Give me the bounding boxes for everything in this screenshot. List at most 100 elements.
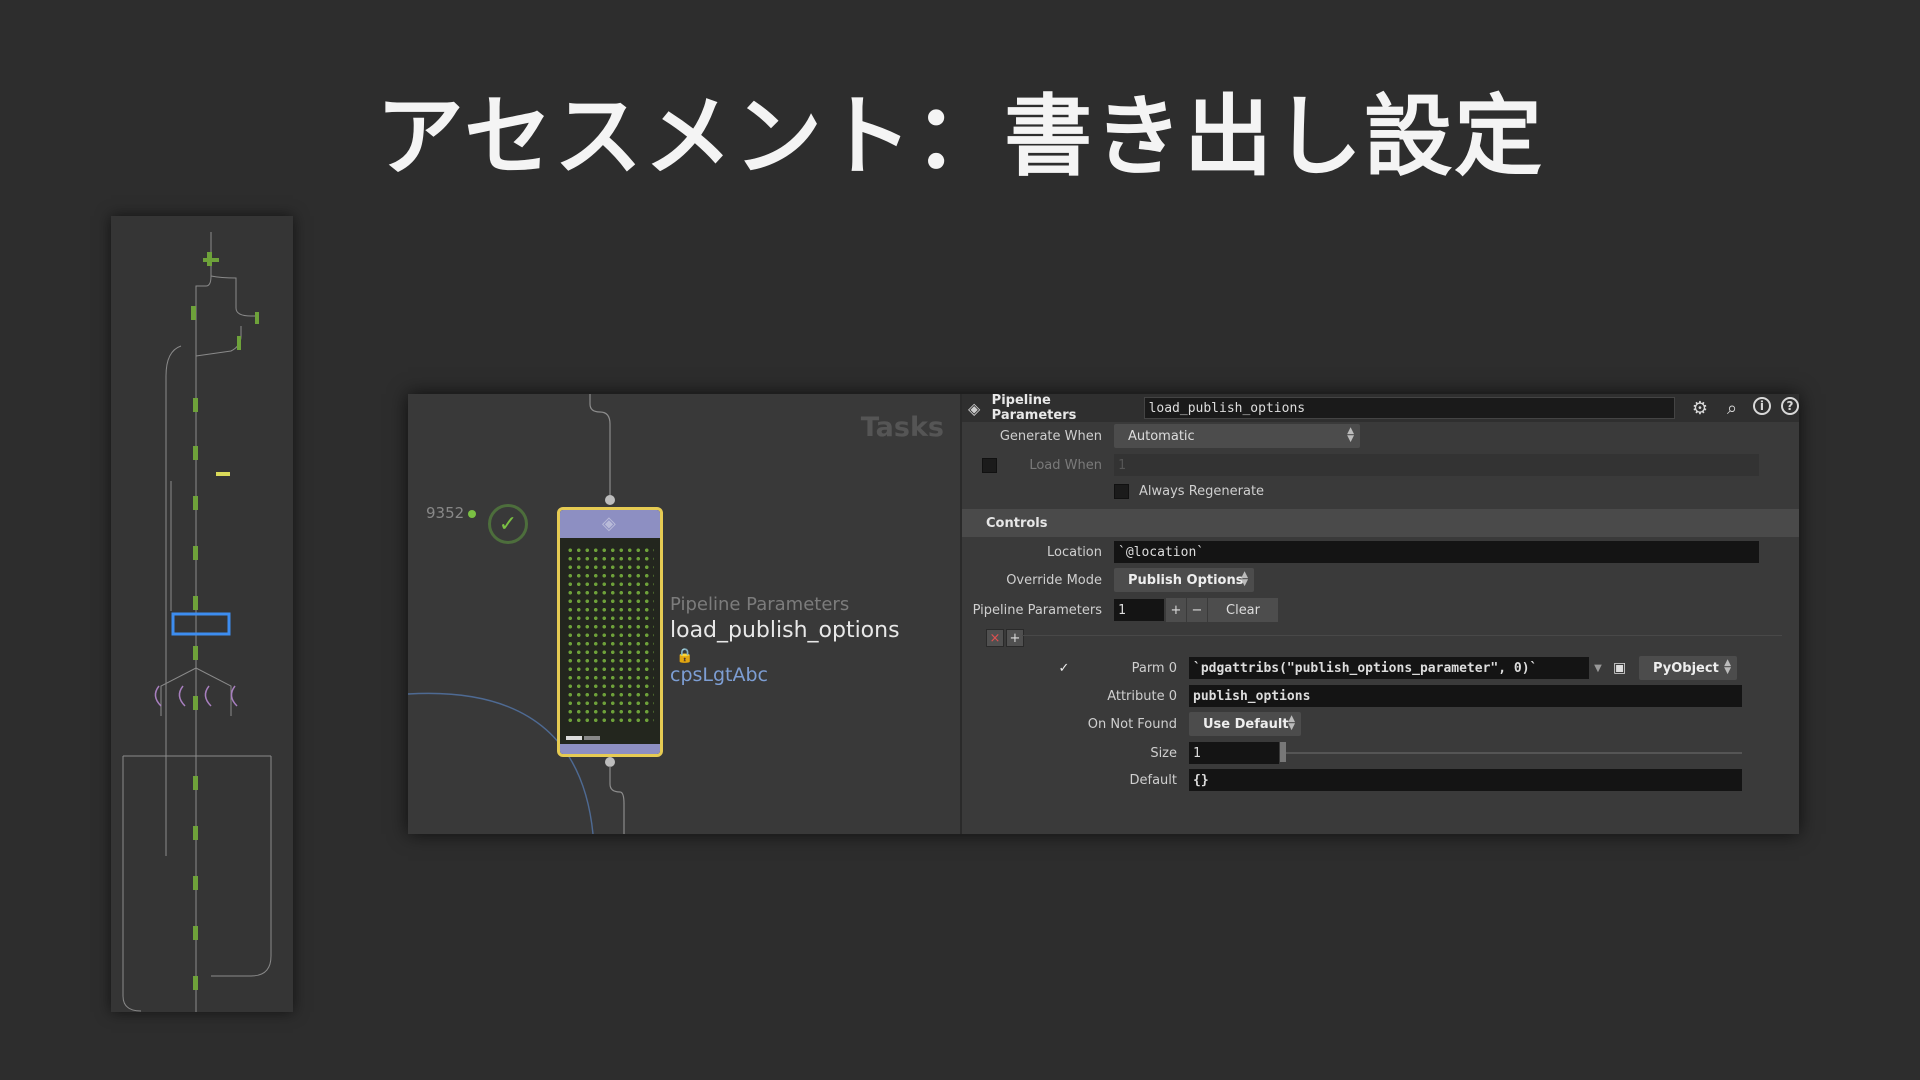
search-icon[interactable]: ⌕: [1721, 397, 1743, 419]
generate-when-row: Generate When Automatic ▲ ▼: [962, 424, 1360, 448]
node-chooser-icon[interactable]: ▣: [1613, 660, 1635, 676]
on-not-found-row: On Not Found Use Default ▲ ▼: [962, 712, 1301, 736]
override-mode-dropdown[interactable]: Publish Options ▲ ▼: [1114, 568, 1254, 592]
info-icon[interactable]: i: [1752, 397, 1771, 415]
node-comment[interactable]: cpsLgtAbc: [670, 664, 768, 686]
generate-when-label: Generate When: [999, 428, 1102, 444]
minimap-node: [193, 496, 198, 510]
progress-indicator: [566, 736, 582, 740]
minimap-node: [193, 926, 198, 940]
houdini-screenshot: Tasks 9352 ✓ ◈ Pipeline Parameters load_…: [408, 394, 1799, 834]
minimap-node: [193, 398, 198, 412]
minimap-node: [193, 446, 198, 460]
work-item-count: 9352: [426, 504, 477, 522]
slide-title: アセスメント：書き出し設定: [375, 85, 1545, 188]
always-regenerate-label: Always Regenerate: [1139, 483, 1265, 499]
attribute0-row: Attribute 0 publish_options: [962, 684, 1742, 708]
always-regenerate-row: Always Regenerate: [1114, 479, 1264, 503]
pipeline-parameters-label: Pipeline Parameters: [972, 602, 1102, 618]
minimap-node: [193, 596, 198, 610]
work-item-count-text: 9352: [426, 504, 465, 522]
minimap-node: [193, 976, 198, 990]
override-mode-label: Override Mode: [1006, 572, 1102, 588]
node-type-label: Pipeline Parameters: [670, 594, 850, 615]
minimap-node: [193, 696, 198, 710]
default-row: Default {}: [962, 768, 1742, 792]
node-type-name: Pipeline Parameters: [991, 394, 1077, 423]
size-slider-handle[interactable]: [1280, 742, 1286, 762]
minimap-selection: [171, 612, 231, 636]
pipeline-parameters-count[interactable]: 1: [1114, 599, 1164, 621]
instance-divider: [1022, 635, 1782, 636]
updown-arrow-icon: ▲ ▼: [1241, 570, 1248, 588]
insert-instance-icon[interactable]: +: [1006, 629, 1024, 647]
minimap-node: [193, 826, 198, 840]
minimap-nodes: [191, 252, 259, 990]
always-regenerate-checkbox[interactable]: [1114, 483, 1129, 499]
on-not-found-dropdown[interactable]: Use Default ▲ ▼: [1189, 712, 1301, 736]
minimap-node: [193, 646, 198, 660]
help-icon[interactable]: ?: [1780, 397, 1799, 415]
network-minimap[interactable]: [111, 216, 293, 1012]
remove-instance-button[interactable]: −: [1187, 598, 1207, 622]
controls-section-header[interactable]: Controls: [962, 509, 1799, 537]
parm0-type-dropdown[interactable]: PyObject ▲ ▼: [1639, 656, 1737, 680]
cook-complete-icon[interactable]: ✓: [488, 504, 528, 544]
minimap-node: [193, 776, 198, 790]
clear-button[interactable]: Clear: [1208, 598, 1278, 622]
override-mode-value: Publish Options: [1128, 572, 1244, 588]
gear-icon[interactable]: ⚙: [1689, 397, 1711, 419]
load-when-row: Load When 1: [962, 453, 1759, 477]
updown-arrow-icon: ▲ ▼: [1288, 714, 1295, 732]
updown-arrow-icon: ▲ ▼: [1347, 426, 1354, 444]
parm0-field[interactable]: `pdgattribs("publish_options_parameter",…: [1189, 657, 1589, 679]
progress-indicator-secondary: [584, 736, 600, 740]
minimap-node: [203, 258, 219, 262]
location-field[interactable]: `@location`: [1114, 541, 1759, 563]
parm0-type-value: PyObject: [1653, 660, 1719, 676]
node-name-label[interactable]: load_publish_options: [670, 618, 900, 643]
minimap-graph: [122, 232, 272, 1012]
work-item-grid[interactable]: [566, 546, 654, 726]
size-slider-track[interactable]: [1282, 752, 1742, 754]
minimap-node: [193, 546, 198, 560]
remove-instance-icon[interactable]: ×: [986, 629, 1004, 647]
lock-icon: 🔒: [676, 648, 694, 664]
pipeline-parameters-node[interactable]: ◈: [557, 507, 663, 757]
generate-when-value: Automatic: [1128, 428, 1195, 444]
on-not-found-value: Use Default: [1203, 716, 1289, 732]
node-header: ◈: [560, 510, 660, 538]
chevron-down-icon[interactable]: ▼: [1589, 663, 1607, 674]
load-when-toggle[interactable]: [982, 457, 997, 473]
generate-when-dropdown[interactable]: Automatic ▲ ▼: [1114, 424, 1360, 448]
tasks-label: Tasks: [860, 412, 944, 443]
location-label: Location: [1047, 544, 1102, 560]
add-instance-button[interactable]: +: [1166, 598, 1186, 622]
node-type-icon[interactable]: ◈: [968, 399, 988, 418]
pipeline-parameters-row: Pipeline Parameters 1 + − Clear: [962, 598, 1278, 622]
status-dot-icon: [468, 509, 477, 518]
minimap-flag: [216, 472, 230, 476]
node-name-field[interactable]: load_publish_options: [1143, 397, 1675, 419]
attribute0-label: Attribute 0: [1107, 688, 1177, 704]
minimap-node: [191, 306, 196, 320]
default-field[interactable]: {}: [1189, 769, 1742, 791]
node-footer: [560, 744, 660, 754]
minimap-node: [255, 312, 259, 324]
checkmark-icon[interactable]: ✓: [1056, 660, 1072, 676]
load-when-field[interactable]: 1: [1114, 454, 1759, 476]
output-connector: [605, 757, 615, 767]
on-not-found-label: On Not Found: [1087, 716, 1177, 732]
parm0-label: Parm 0: [1131, 660, 1177, 676]
minimap-node: [237, 336, 241, 350]
network-view[interactable]: Tasks 9352 ✓ ◈ Pipeline Parameters load_…: [408, 394, 960, 834]
minimap-node: [193, 876, 198, 890]
attribute0-field[interactable]: publish_options: [1189, 685, 1742, 707]
input-connector: [605, 495, 615, 505]
size-row: Size 1: [962, 741, 1279, 765]
load-when-label: Load When: [1029, 457, 1102, 473]
location-row: Location `@location`: [962, 540, 1759, 564]
node-type-icon: ◈: [602, 513, 616, 534]
parameter-editor: ◈ Pipeline Parameters load_publish_optio…: [960, 394, 1799, 834]
size-field[interactable]: 1: [1189, 742, 1279, 764]
